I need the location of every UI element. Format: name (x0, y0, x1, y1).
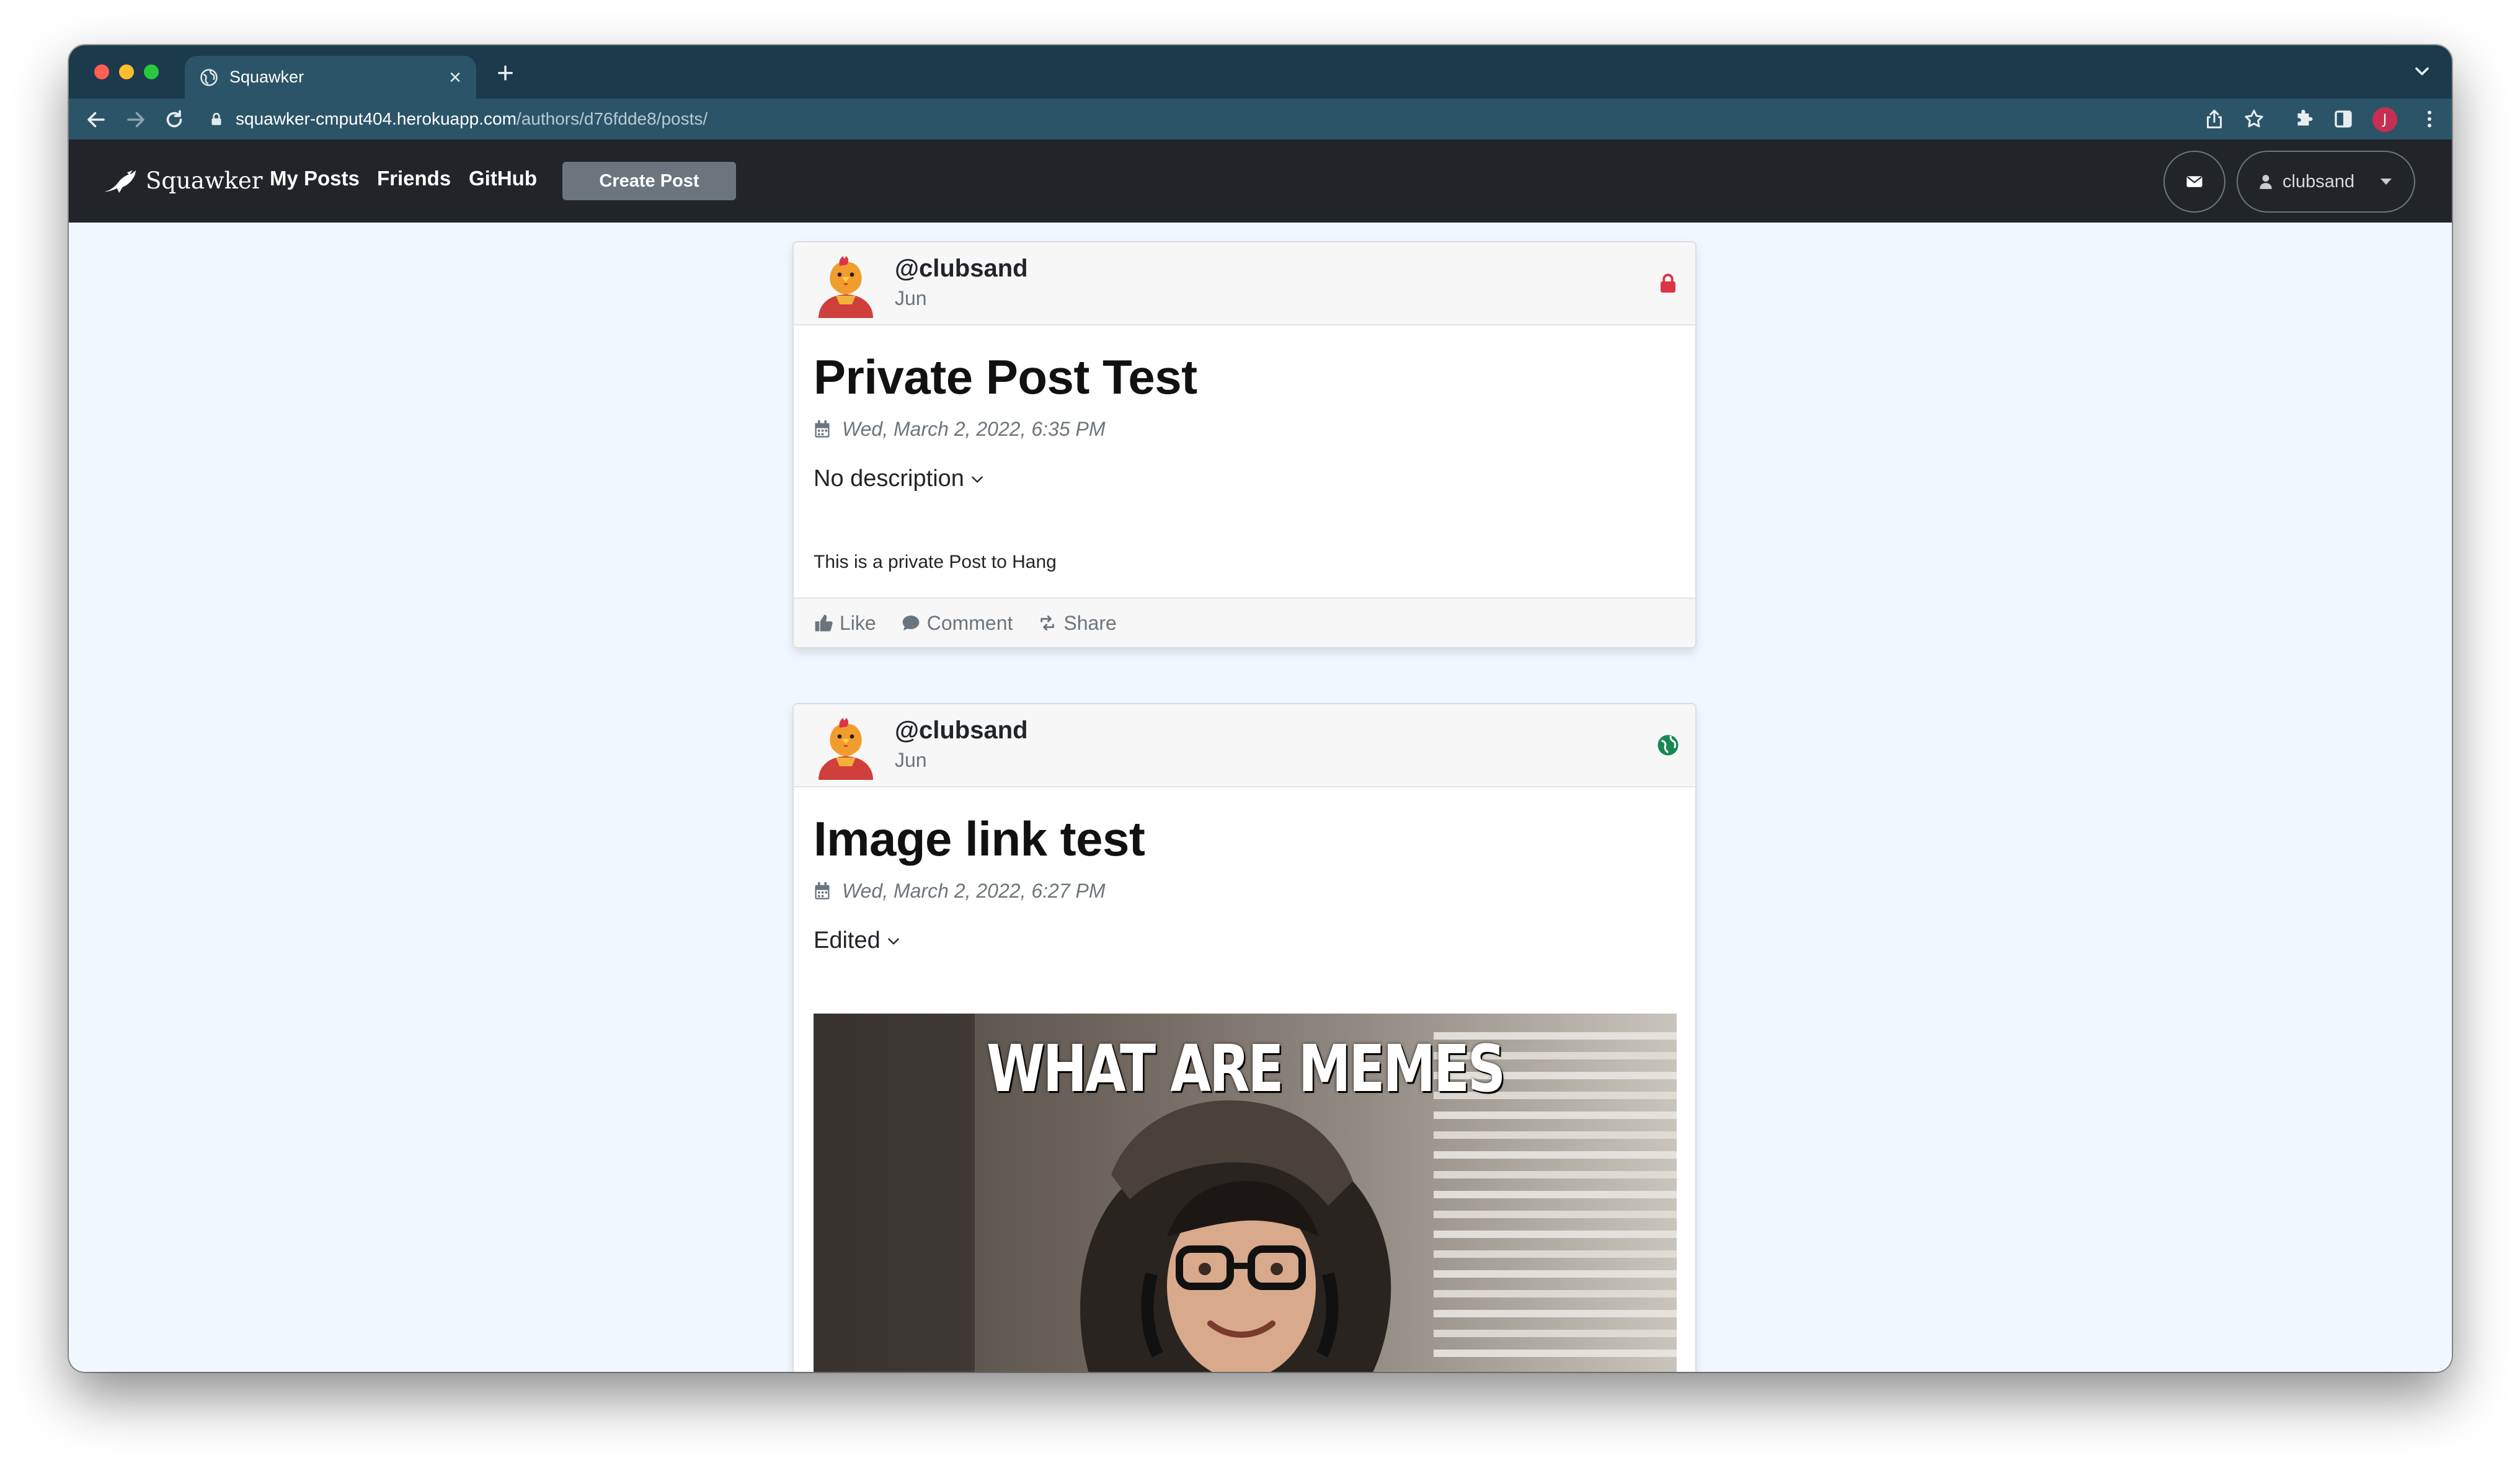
post-date: Wed, March 2, 2022, 6:35 PM (842, 418, 1106, 440)
author-name: Jun (895, 287, 927, 309)
post-body: Private Post Test Wed, March 2, 2022, 6:… (794, 349, 1695, 573)
brand-link[interactable]: Squawker (102, 162, 263, 198)
url-path: /authors/d76fdde8/posts/ (516, 109, 708, 128)
like-button[interactable]: Like (814, 612, 876, 635)
like-label: Like (840, 611, 876, 634)
post-date-row: Wed, March 2, 2022, 6:35 PM (814, 418, 1675, 441)
tab-title: Squawker (229, 68, 304, 86)
description-toggle[interactable]: No description (814, 466, 1675, 492)
share-button[interactable]: Share (1037, 611, 1117, 635)
calendar-icon (815, 882, 830, 899)
post-content: This is a private Post to Hang (814, 552, 1057, 572)
site-navbar: Squawker My Posts Friends GitHub Create … (69, 139, 2452, 223)
browser-profile-avatar[interactable]: J (2372, 107, 2397, 132)
post-header: @clubsand Jun (794, 704, 1695, 787)
globe-icon (200, 68, 218, 86)
user-icon (2260, 175, 2272, 189)
post-body: Image link test Wed, March 2, 2022, 6:27… (794, 811, 1695, 1372)
thumbs-up-icon (815, 614, 833, 632)
post-header: @clubsand Jun (794, 242, 1695, 325)
address-toolbar: squawker-cmput404.herokuapp.com/authors/… (69, 99, 2452, 139)
post-date-row: Wed, March 2, 2022, 6:27 PM (814, 880, 1675, 903)
author-handle[interactable]: @clubsand (895, 717, 1028, 745)
comment-button[interactable]: Comment (901, 612, 1013, 635)
inbox-button[interactable] (2163, 151, 2225, 213)
caret-down-icon (2380, 179, 2392, 185)
post-description: No description (814, 466, 964, 492)
retweet-icon (1040, 615, 1055, 631)
new-tab-button[interactable]: + (497, 59, 514, 89)
forward-arrow-icon[interactable] (125, 108, 147, 131)
nav-github[interactable]: GitHub (469, 167, 537, 190)
reload-icon[interactable] (163, 108, 185, 131)
chevron-down-icon (887, 938, 899, 945)
chicken-avatar-icon[interactable] (815, 250, 877, 318)
post-feed: @clubsand Jun Private Post Test Wed, Mar… (69, 223, 2452, 1372)
description-toggle[interactable]: Edited (814, 927, 1675, 954)
side-panel-icon[interactable] (2332, 108, 2354, 130)
lock-icon (1661, 273, 1675, 293)
comment-label: Comment (926, 611, 1013, 634)
share-label: Share (1063, 611, 1117, 634)
meme-caption: WHAT ARE MEMES (986, 1031, 1506, 1107)
back-arrow-icon[interactable] (85, 108, 107, 131)
post-card: @clubsand Jun Image link test Wed, March… (792, 703, 1697, 1372)
post-description: Edited (814, 927, 881, 953)
comment-bubble-icon (902, 616, 920, 630)
browser-window: Squawker × + squawker-cmput404.herokuapp… (69, 45, 2452, 1372)
tab-search-chevron-icon[interactable] (2411, 60, 2433, 82)
share-page-icon[interactable] (2203, 108, 2225, 130)
tab-close-button[interactable]: × (449, 67, 461, 88)
author-handle[interactable]: @clubsand (895, 255, 1028, 283)
url-bar[interactable]: squawker-cmput404.herokuapp.com/authors/… (208, 104, 2286, 135)
close-window-button[interactable] (94, 64, 109, 79)
envelope-icon (2186, 176, 2203, 187)
post-date: Wed, March 2, 2022, 6:27 PM (842, 880, 1106, 902)
username-label: clubsand (2283, 171, 2355, 192)
browser-menu-kebab-icon[interactable] (2418, 108, 2441, 130)
post-image[interactable]: WHAT ARE MEMES (814, 1014, 1677, 1372)
bird-logo-icon (104, 170, 136, 193)
post-card: @clubsand Jun Private Post Test Wed, Mar… (792, 241, 1697, 648)
post-title[interactable]: Image link test (814, 811, 1675, 867)
lock-icon[interactable] (208, 111, 224, 127)
url-host: squawker-cmput404.herokuapp.com (236, 109, 517, 128)
minimize-window-button[interactable] (119, 64, 134, 79)
url-text: squawker-cmput404.herokuapp.com/authors/… (236, 109, 708, 129)
chevron-down-icon (972, 476, 983, 483)
browser-tab-squawker[interactable]: Squawker × (185, 56, 476, 99)
tab-strip: Squawker × + (69, 45, 2452, 99)
extensions-puzzle-icon[interactable] (2293, 108, 2315, 130)
nav-friends[interactable]: Friends (377, 167, 451, 190)
author-name: Jun (895, 749, 927, 771)
post-actions: Like Comment Share (794, 598, 1695, 647)
nav-my-posts[interactable]: My Posts (270, 167, 360, 190)
brand-name: Squawker (146, 167, 263, 194)
create-post-button[interactable]: Create Post (562, 162, 736, 200)
post-title[interactable]: Private Post Test (814, 349, 1675, 405)
user-menu-button[interactable]: clubsand (2237, 151, 2415, 213)
globe-icon (1657, 735, 1679, 756)
calendar-icon (815, 420, 830, 438)
maximize-window-button[interactable] (144, 64, 159, 79)
chicken-avatar-icon[interactable] (815, 712, 877, 780)
bookmark-star-icon[interactable] (2243, 108, 2265, 130)
